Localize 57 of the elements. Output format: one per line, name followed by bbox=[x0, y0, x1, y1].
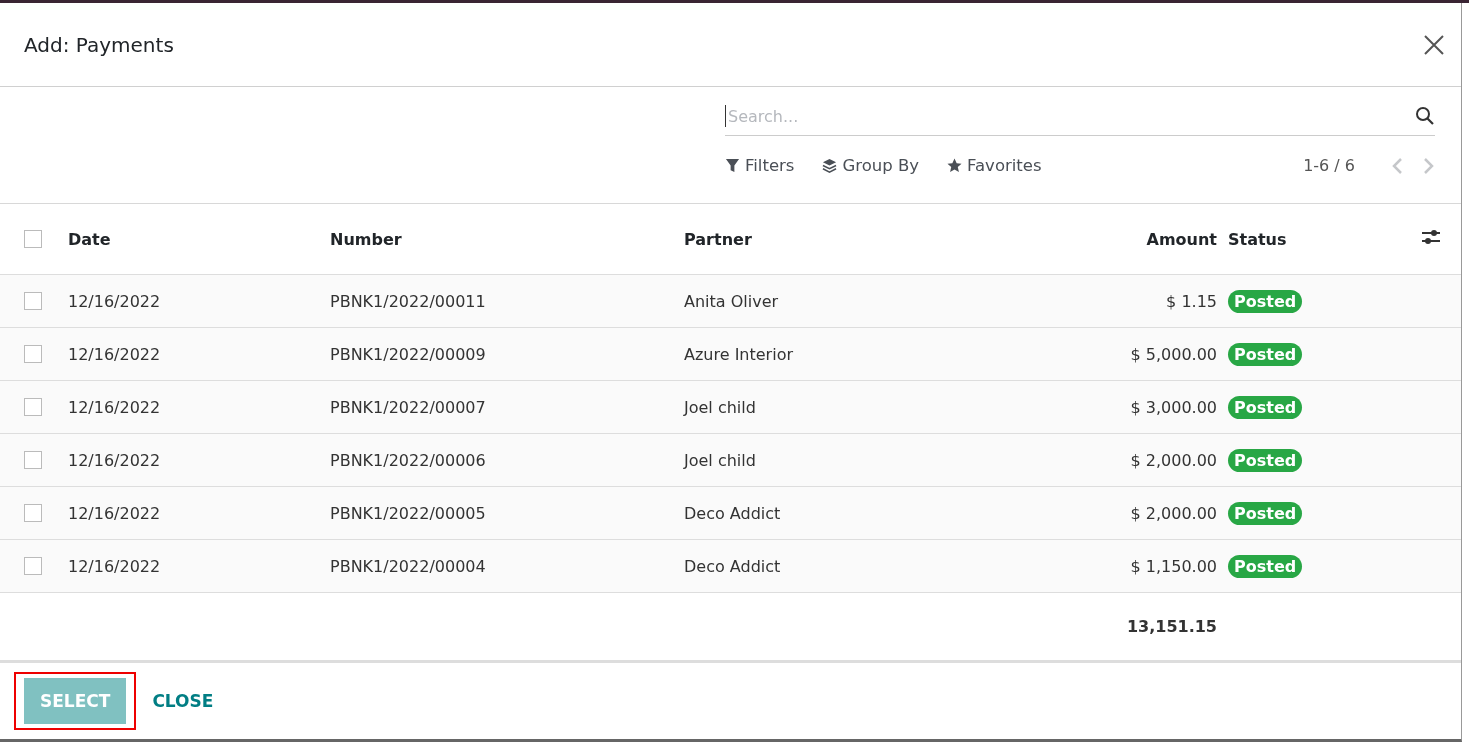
favorite-button[interactable]: Favorites bbox=[947, 156, 1042, 175]
amount-cell: $ 2,000.00 bbox=[1130, 503, 1217, 523]
select-all-checkbox[interactable] bbox=[24, 230, 42, 248]
column-header[interactable]: Amount bbox=[1146, 229, 1217, 249]
row-checkbox[interactable] bbox=[24, 557, 42, 575]
close-icon[interactable] bbox=[1423, 33, 1445, 56]
close-button[interactable]: CLOSE bbox=[146, 683, 220, 719]
layers-icon bbox=[822, 158, 838, 173]
filter-icon bbox=[725, 158, 740, 173]
amount-cell: $ 3,000.00 bbox=[1130, 397, 1217, 417]
date-cell: 12/16/2022 bbox=[68, 291, 161, 311]
search-field[interactable]: Search... bbox=[725, 97, 1435, 136]
number-cell: PBNK1/2022/00011 bbox=[330, 291, 486, 311]
pager-value: 1-6 / 6 bbox=[1303, 156, 1355, 175]
status-badge: Posted bbox=[1228, 395, 1303, 419]
amount-cell: $ 2,000.00 bbox=[1130, 450, 1217, 470]
row-checkbox[interactable] bbox=[24, 451, 42, 469]
search-icon[interactable] bbox=[1415, 106, 1435, 126]
row-checkbox[interactable] bbox=[24, 292, 42, 310]
next-icon[interactable] bbox=[1421, 156, 1435, 175]
date-cell: 12/16/2022 bbox=[68, 556, 161, 576]
total-amount: 13,151.15 bbox=[1126, 617, 1217, 636]
date-cell: 12/16/2022 bbox=[68, 344, 161, 364]
row-checkbox[interactable] bbox=[24, 398, 42, 416]
partner-cell: Joel child bbox=[684, 397, 756, 417]
date-cell: 12/16/2022 bbox=[68, 450, 161, 470]
column-header[interactable]: Date bbox=[68, 229, 111, 249]
number-cell: PBNK1/2022/00009 bbox=[330, 344, 486, 364]
partner-cell: Azure Interior bbox=[684, 344, 793, 364]
dialog-title: Add: Payments bbox=[24, 32, 174, 57]
number-cell: PBNK1/2022/00005 bbox=[330, 503, 486, 523]
column-header[interactable]: Partner bbox=[684, 229, 752, 249]
group-button[interactable]: Group By bbox=[822, 156, 920, 175]
amount-cell: $ 1,150.00 bbox=[1130, 556, 1217, 576]
amount-cell: $ 1.15 bbox=[1166, 291, 1217, 311]
status-badge: Posted bbox=[1228, 342, 1303, 366]
partner-cell: Anita Oliver bbox=[684, 291, 779, 311]
previous-icon[interactable] bbox=[1391, 156, 1405, 175]
column-header[interactable]: Number bbox=[330, 229, 402, 249]
status-badge: Posted bbox=[1228, 289, 1303, 313]
status-badge: Posted bbox=[1228, 501, 1303, 525]
partner-cell: Deco Addict bbox=[684, 503, 781, 523]
status-badge: Posted bbox=[1228, 554, 1303, 578]
partner-cell: Deco Addict bbox=[684, 556, 781, 576]
row-checkbox[interactable] bbox=[24, 345, 42, 363]
filter-button[interactable]: Filters bbox=[725, 156, 795, 175]
partner-cell: Joel child bbox=[684, 450, 756, 470]
date-cell: 12/16/2022 bbox=[68, 397, 161, 417]
amount-cell: $ 5,000.00 bbox=[1130, 344, 1217, 364]
date-cell: 12/16/2022 bbox=[68, 503, 161, 523]
row-checkbox[interactable] bbox=[24, 504, 42, 522]
number-cell: PBNK1/2022/00006 bbox=[330, 450, 486, 470]
status-badge: Posted bbox=[1228, 448, 1303, 472]
column-header[interactable]: Status bbox=[1228, 229, 1287, 249]
number-cell: PBNK1/2022/00007 bbox=[330, 397, 486, 417]
star-icon bbox=[947, 158, 963, 173]
number-cell: PBNK1/2022/00004 bbox=[330, 556, 486, 576]
